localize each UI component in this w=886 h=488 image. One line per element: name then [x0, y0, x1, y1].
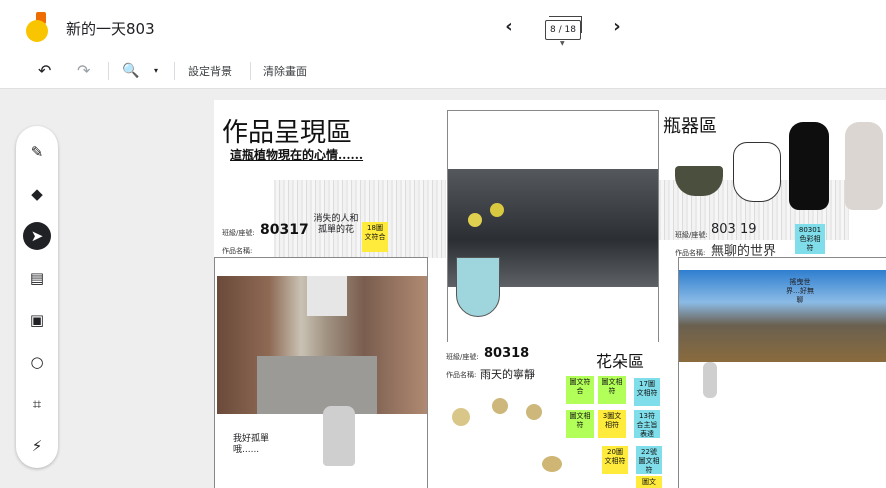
work-name-label: 作品名稱: [446, 371, 477, 379]
section-subtitle: 這瓶植物現在的心情...... [230, 148, 364, 162]
chevron-down-icon[interactable]: ▾ [154, 60, 158, 82]
vase-image [845, 122, 883, 210]
section-2-4[interactable]: 班級/座號: 80318 作品名稱: 雨天的寧靜 花朵區 圖文符合 圖文相符 1… [440, 342, 678, 488]
circle-icon[interactable]: ○ [23, 348, 51, 376]
work-name: 雨天的寧靜 [480, 368, 535, 381]
section-title: 瓶器區 [663, 116, 717, 137]
app-title[interactable]: 新的一天803 [66, 18, 155, 39]
class-seat-label: 班級/座號: [675, 231, 708, 239]
class-seat-label: 班級/座號: [446, 353, 479, 361]
toolbar: ↶ ↷ 🔍 ▾ 設定背景 清除畫面 [0, 54, 886, 89]
class-seat: 80318 [484, 346, 530, 361]
sticky-note[interactable]: 20圖文相符 [602, 446, 628, 474]
class-seat: 803 19 [711, 222, 757, 237]
class-seat: 80317 [260, 222, 309, 238]
vase-image [703, 362, 717, 398]
toolbar-divider [250, 62, 251, 80]
zoom-icon[interactable]: 🔍 [122, 60, 139, 82]
vase-image [456, 257, 500, 317]
rain-photo-card[interactable] [447, 110, 659, 344]
select-arrow-icon[interactable]: ➤ [23, 222, 51, 250]
caption: 我好孤單哦...... [233, 434, 270, 455]
street-photo [217, 276, 427, 414]
text-box-icon[interactable]: ⌗ [23, 390, 51, 418]
overlay-text: 搖曳世界…好無聊 [786, 278, 814, 304]
next-page-button[interactable]: › [606, 14, 628, 40]
vase-image [789, 122, 829, 210]
sticky-note[interactable]: 圖文 [636, 476, 662, 488]
clear-frame-button[interactable]: 清除畫面 [263, 63, 307, 79]
undo-icon[interactable]: ↶ [38, 60, 51, 82]
toolbar-divider [108, 62, 109, 80]
logo-icon[interactable] [26, 12, 50, 42]
page-indicator[interactable]: 8 / 18 [545, 16, 582, 40]
dried-flowers-image [446, 398, 562, 478]
sticky-note[interactable]: 18圖文符合 [362, 222, 388, 252]
sticky-note[interactable]: 22號 圖文相符 [636, 446, 662, 474]
jam-frame[interactable]: 作品呈現區 這瓶植物現在的心情...... 班級/座號: 80317 作品名稱:… [214, 100, 886, 488]
sticky-note[interactable]: 圖文相符 [566, 410, 594, 438]
top-bar: 新的一天803 ‹ 8 / 18 ▼ › [0, 0, 886, 55]
section-title: 作品呈現區 [222, 118, 353, 148]
sticky-note[interactable]: 80301色彩相符 [795, 224, 825, 254]
texture [274, 180, 446, 258]
sticky-note[interactable]: 圖文符合 [566, 376, 594, 404]
work-name-label: 作品名稱: [222, 247, 253, 255]
sticky-note[interactable]: 17圖文相符 [634, 378, 660, 406]
sticky-note[interactable]: 3圖文相符 [598, 410, 626, 438]
mountain-photo-card[interactable]: 搖曳世界…好無聊 [678, 257, 886, 488]
section-3[interactable]: 瓶器區 班級/座號: 803 19 作品名稱: 無聊的世界 80301色彩相符 [659, 100, 886, 259]
street-photo-card[interactable]: 我好孤單哦...... [214, 257, 428, 488]
vase-image [733, 142, 781, 202]
eraser-icon[interactable]: ◆ [23, 180, 51, 208]
class-seat-label: 班級/座號: [222, 229, 255, 237]
sticky-note-icon[interactable]: ▤ [23, 264, 51, 292]
redo-icon[interactable]: ↷ [77, 60, 90, 82]
image-icon[interactable]: ▣ [23, 306, 51, 334]
chevron-down-icon[interactable]: ▼ [560, 40, 565, 47]
sticky-note[interactable]: 13符合主旨表達 [634, 410, 660, 438]
tool-sidebar: ✎ ◆ ➤ ▤ ▣ ○ ⌗ ⚡ [16, 126, 58, 468]
toolbar-divider [174, 62, 175, 80]
section-title: 花朵區 [596, 352, 645, 371]
flower-image [468, 203, 508, 253]
set-background-button[interactable]: 設定背景 [188, 63, 232, 79]
sticky-note[interactable]: 圖文相符 [598, 376, 626, 404]
pen-icon[interactable]: ✎ [23, 138, 51, 166]
laser-icon[interactable]: ⚡ [23, 432, 51, 460]
vase-image [323, 406, 355, 466]
section-1[interactable]: 作品呈現區 這瓶植物現在的心情...... 班級/座號: 80317 作品名稱:… [214, 100, 446, 258]
work-name: 消失的人和孤單的花 [313, 214, 359, 235]
prev-page-button[interactable]: ‹ [498, 14, 520, 40]
